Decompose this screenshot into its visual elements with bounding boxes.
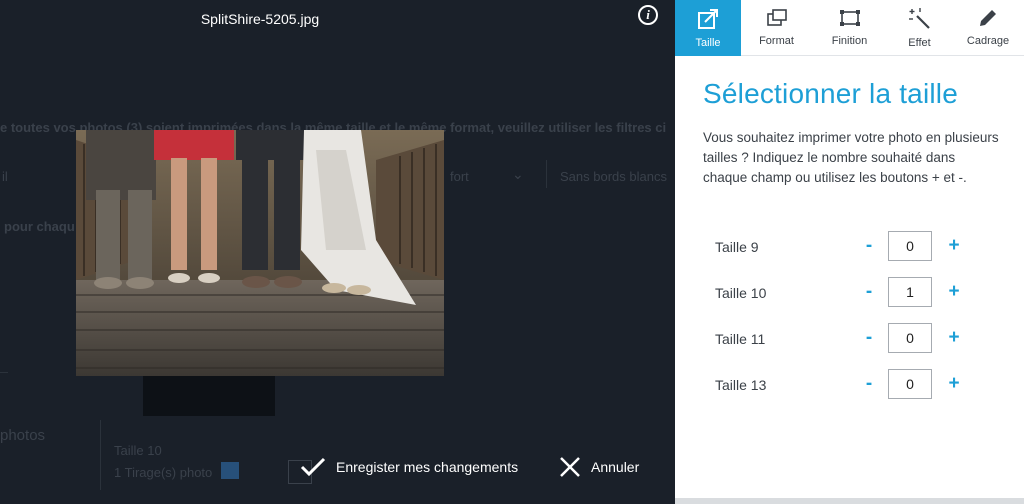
photo-filename: SplitShire-5205.jpg [200,11,320,27]
background-thumbnail [143,372,275,416]
edit-panel: Taille Format Finition Effet Cadrage Sél… [675,0,1024,504]
background-field-right: Sans bords blancs [560,169,667,184]
quantity-input[interactable] [888,231,932,261]
background-dash [0,372,8,373]
tab-taille[interactable]: Taille [675,0,741,56]
background-card-border [100,420,101,490]
panel-bottom-strip [675,498,1024,504]
photo-viewer: e toutes vos photos (3) soient imprimées… [0,0,675,504]
tab-effet-label: Effet [908,37,931,49]
tab-effet[interactable]: Effet [887,0,952,56]
pencil-icon [980,10,996,26]
increment-button[interactable]: + [947,373,961,395]
close-icon [560,457,580,477]
size-row-taille-10: Taille 10 - + [715,277,975,309]
background-divider [546,160,547,188]
size-label: Taille 13 [715,377,767,393]
photo-preview [76,130,444,376]
quantity-input[interactable] [888,369,932,399]
decrement-button[interactable]: - [862,235,876,257]
background-chevron-icon: ⌄ [512,166,524,182]
size-label: Taille 9 [715,239,759,255]
background-info-tag [221,462,239,479]
tab-taille-label: Taille [695,37,721,49]
size-row-taille-13: Taille 13 - + [715,369,975,401]
tab-format-label: Format [759,35,794,47]
checkmark-icon [300,457,326,477]
tab-cadrage[interactable]: Cadrage [952,0,1024,56]
decrement-button[interactable]: - [862,327,876,349]
background-thumb-count: 1 Tirage(s) photo [114,465,213,480]
decrement-button[interactable]: - [862,373,876,395]
save-changes-button[interactable]: Enregister mes changements [300,454,518,480]
tab-format[interactable]: Format [741,0,812,56]
quantity-input[interactable] [888,323,932,353]
increment-button[interactable]: + [947,235,961,257]
size-label: Taille 11 [715,331,766,347]
size-row-taille-11: Taille 11 - + [715,323,975,355]
magic-wand-icon [908,8,930,29]
tab-finition[interactable]: Finition [812,0,887,56]
external-edit-icon [698,9,718,29]
background-field-mid: fort [450,169,469,184]
background-photos-heading: photos [0,427,46,444]
info-icon[interactable]: i [638,5,658,25]
tab-cadrage-label: Cadrage [966,35,1010,47]
cancel-label: Annuler [591,459,640,475]
background-line-for: pour chaqu [4,219,75,234]
quantity-input[interactable] [888,277,932,307]
size-label: Taille 10 [715,285,767,301]
tab-finition-label: Finition [831,35,868,47]
size-row-taille-9: Taille 9 - + [715,231,975,263]
photo-image [76,130,444,376]
edit-toolbar: Taille Format Finition Effet Cadrage [675,0,1024,56]
save-changes-label: Enregister mes changements [336,459,519,475]
decrement-button[interactable]: - [862,281,876,303]
format-frames-icon [766,9,787,26]
panel-description: Vous souhaitez imprimer votre photo en p… [703,130,999,185]
increment-button[interactable]: + [947,327,961,349]
cancel-button[interactable]: Annuler [559,454,639,480]
panel-title: Sélectionner la taille [703,78,958,109]
background-field-left: il [2,169,8,184]
increment-button[interactable]: + [947,281,961,303]
crop-frame-icon [839,10,860,26]
background-thumb-caption: Taille 10 [114,443,162,458]
